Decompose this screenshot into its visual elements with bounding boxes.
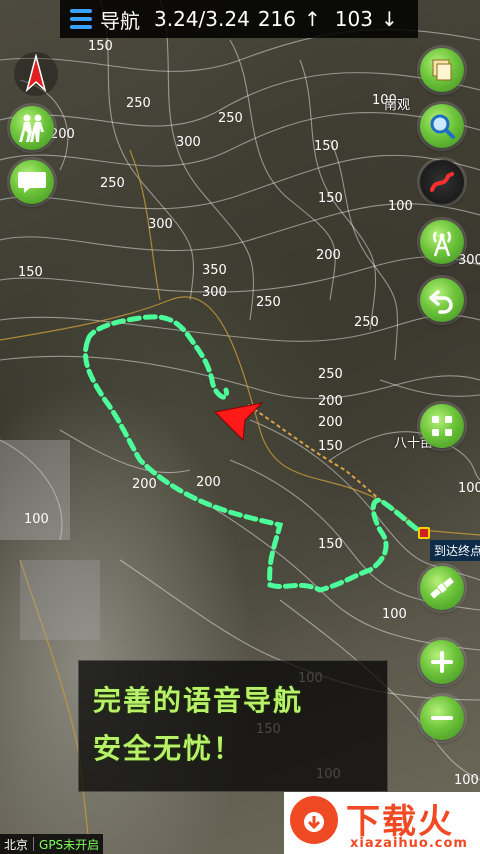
contour-label: 300 — [176, 135, 201, 150]
zoom-out-button[interactable] — [420, 696, 464, 740]
logo-mark-icon — [290, 796, 338, 844]
contour-label: 100 — [458, 481, 480, 496]
signal-tower-icon — [433, 231, 451, 257]
contour-label: 100 — [454, 773, 479, 788]
nav-title: 导航 — [100, 8, 140, 33]
promo-banner: 完善的语音导航 安全无忧！ — [78, 660, 388, 792]
descent-readout: 103 — [334, 7, 373, 31]
contour-label: 350 — [202, 263, 227, 278]
distance-readout: 3.24/3.24 — [154, 7, 250, 31]
back-button[interactable] — [420, 278, 464, 322]
grid-menu-button[interactable] — [420, 404, 464, 448]
compass-icon — [25, 54, 47, 93]
promo-line-1: 完善的语音导航 — [93, 684, 304, 717]
destination-label: 到达终点 — [430, 540, 480, 561]
search-icon — [430, 114, 455, 139]
contour-label: 150 — [318, 191, 343, 206]
destination-marker-icon[interactable] — [418, 527, 430, 539]
zoom-out-icon — [431, 716, 453, 720]
contour-label: 100 — [24, 512, 49, 527]
status-bar: 北京 GPS未开启 — [0, 834, 104, 854]
map-layers-button[interactable] — [420, 48, 464, 92]
contour-label: 250 — [218, 111, 243, 126]
place-name-nanguan: 南观 — [384, 98, 411, 113]
zoom-in-icon — [431, 651, 453, 673]
contour-label: 150 — [318, 537, 343, 552]
contour-label: 150 — [18, 265, 43, 280]
contour-label: 250 — [256, 295, 281, 310]
contour-label: 100 — [388, 199, 413, 214]
signal-button[interactable] — [420, 220, 464, 264]
navigation-top-bar: 导航 3.24/3.24 216 ↑ 103 ↓ — [60, 0, 418, 38]
contour-label: 250 — [126, 96, 151, 111]
gps-track — [82, 314, 421, 593]
contour-label: 150 — [314, 139, 339, 154]
contour-label: 300 — [458, 253, 480, 268]
map-screen[interactable]: 150 250 250 200 300 250 300 350 300 250 … — [0, 0, 480, 854]
chat-bubble-icon — [18, 172, 46, 193]
contour-label: 250 — [100, 176, 125, 191]
map-layers-icon — [432, 59, 452, 81]
zoom-in-button[interactable] — [420, 640, 464, 684]
contour-label: 150 — [318, 439, 343, 454]
ascent-arrow-icon: ↑ — [304, 7, 321, 31]
menu-icon[interactable] — [70, 9, 92, 29]
gps-status: GPS未开启 — [39, 837, 100, 852]
contour-label: 250 — [318, 367, 343, 382]
contour-label: 150 — [88, 39, 113, 54]
chat-button[interactable] — [10, 160, 54, 204]
track-button[interactable] — [420, 160, 464, 204]
status-divider — [33, 837, 35, 851]
grid-menu-icon — [432, 416, 452, 436]
contour-label: 200 — [318, 415, 343, 430]
ascent-readout: 216 — [257, 7, 296, 31]
contour-label: 200 — [196, 475, 221, 490]
hikers-button[interactable] — [10, 106, 54, 150]
hikers-icon — [19, 114, 44, 142]
contour-label: 200 — [132, 477, 157, 492]
contour-label: 250 — [354, 315, 379, 330]
contour-label: 200 — [318, 394, 343, 409]
promo-line-2: 安全无忧！ — [93, 732, 244, 765]
compass-button[interactable] — [14, 52, 58, 96]
logo-url: xiazaihuo.com — [350, 836, 468, 851]
city-label: 北京 — [4, 837, 29, 852]
satellite-icon — [430, 577, 454, 599]
contour-label: 300 — [148, 217, 173, 232]
site-logo: 下载火 xiazaihuo.com — [284, 792, 480, 854]
contour-label: 100 — [382, 607, 407, 622]
contour-label: 300 — [202, 285, 227, 300]
urban-area — [20, 560, 100, 640]
back-arrow-icon — [429, 290, 453, 314]
contour-label: 200 — [316, 248, 341, 263]
track-icon — [430, 172, 454, 192]
descent-arrow-icon: ↓ — [380, 7, 398, 31]
search-button[interactable] — [420, 104, 464, 148]
satellite-button[interactable] — [420, 566, 464, 610]
